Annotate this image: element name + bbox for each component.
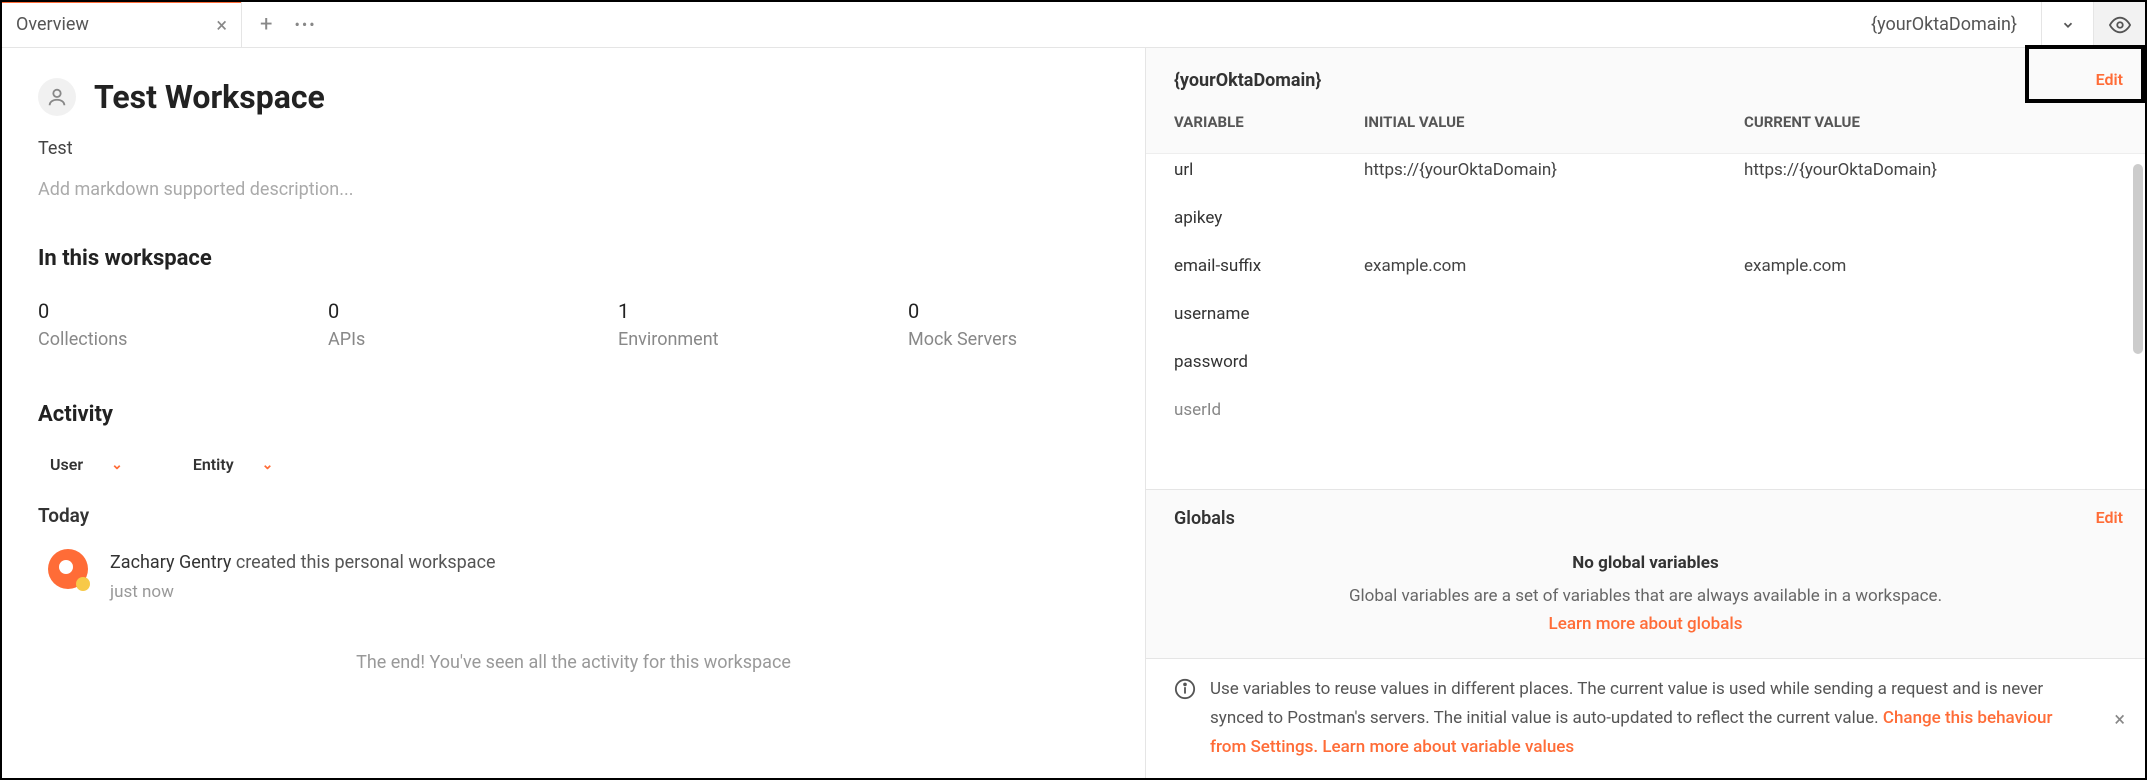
filter-label: User [50,455,83,474]
var-initial [1364,208,1734,228]
col-initial: INITIAL VALUE [1364,113,1734,143]
workspace-stats: 0 Collections 0 APIs 1 Environment 0 Moc… [38,299,1109,350]
globals-panel: Globals Edit No global variables Global … [1146,489,2145,658]
eye-icon [2109,14,2131,36]
activity-group-today: Today [38,504,1109,527]
activity-end-text: The end! You've seen all the activity fo… [38,632,1109,673]
stat-label: APIs [328,329,618,350]
var-current [1744,352,2117,372]
var-initial: https://{yourOktaDomain} [1364,160,1734,180]
var-initial [1364,400,1734,420]
var-name: email-suffix [1174,256,1354,276]
learn-more-variable-values-link[interactable]: Learn more about variable values [1322,737,1574,757]
var-name: userId [1174,400,1354,420]
var-current [1744,208,2117,228]
var-initial: example.com [1364,256,1734,276]
workspace-subtitle: Test [38,138,1109,159]
workspace-icon [38,78,76,116]
env-variable-list[interactable]: url https://{yourOktaDomain} https://{yo… [1146,154,2145,489]
activity-time: just now [110,582,496,602]
environment-quicklook-panel: {yourOktaDomain} Edit VARIABLE INITIAL V… [1145,48,2145,778]
tab-overview[interactable]: Overview × [2,2,242,47]
workspace-description-input[interactable]: Add markdown supported description... [38,179,1109,200]
col-current: CURRENT VALUE [1744,113,2117,143]
filter-entity[interactable]: Entity ⌄ [193,455,274,474]
var-current [1744,400,2117,420]
avatar[interactable] [48,549,88,589]
filter-label: Entity [193,455,234,474]
chevron-down-icon: ⌄ [111,457,123,473]
var-current: example.com [1744,256,2117,276]
tab-actions: + ••• [242,2,335,47]
section-heading-in-workspace: In this workspace [38,246,1109,271]
edit-globals-button[interactable]: Edit [2096,508,2123,527]
var-current [1744,304,2117,324]
activity-filters: User ⌄ Entity ⌄ [50,455,1109,474]
stat-collections[interactable]: 0 Collections [38,299,328,350]
environment-quicklook-button[interactable] [2093,2,2145,47]
activity-desc: created this personal workspace [231,552,495,573]
workspace-title[interactable]: Test Workspace [94,78,325,116]
info-banner: Use variables to reuse values in differe… [1146,658,2145,778]
globals-empty-text: Global variables are a set of variables … [1174,583,2117,610]
more-icon[interactable]: ••• [294,15,316,34]
stat-value: 0 [38,299,328,323]
var-initial [1364,304,1734,324]
close-icon[interactable]: × [216,15,227,35]
activity-user[interactable]: Zachary Gentry [110,552,231,573]
var-current: https://{yourOktaDomain} [1744,160,2117,180]
plus-icon[interactable]: + [260,12,272,37]
scrollbar[interactable] [2133,164,2143,354]
var-name: url [1174,160,1354,180]
var-initial [1364,352,1734,372]
person-icon [46,86,68,108]
close-banner-button[interactable]: × [2114,702,2125,736]
tab-label: Overview [16,14,89,35]
filter-user[interactable]: User ⌄ [50,455,123,474]
stat-value: 1 [618,299,908,323]
var-name: apikey [1174,208,1354,228]
stat-mock-servers[interactable]: 0 Mock Servers [908,299,1145,350]
stat-apis[interactable]: 0 APIs [328,299,618,350]
stat-value: 0 [328,299,618,323]
info-icon [1174,678,1196,700]
stat-value: 0 [908,299,1145,323]
globals-empty-heading: No global variables [1174,553,2117,573]
stat-label: Collections [38,329,328,350]
tab-bar: Overview × + ••• {yourOktaDomain} [2,2,2145,48]
chevron-down-icon [2061,18,2075,32]
env-panel-header: {yourOktaDomain} Edit VARIABLE INITIAL V… [1146,48,2145,154]
environment-dropdown-button[interactable] [2041,2,2093,47]
stat-environment[interactable]: 1 Environment [618,299,908,350]
env-panel-title: {yourOktaDomain} [1174,70,2117,91]
chevron-down-icon: ⌄ [262,457,274,473]
section-heading-activity: Activity [38,402,1109,427]
edit-environment-button[interactable]: Edit [2096,70,2123,89]
info-text: Use variables to reuse values in differe… [1210,675,2085,762]
col-variable: VARIABLE [1174,113,1354,143]
environment-picker: {yourOktaDomain} [1847,2,2145,47]
environment-name[interactable]: {yourOktaDomain} [1847,2,2041,47]
var-name: password [1174,352,1354,372]
workspace-overview-pane: Test Workspace Test Add markdown support… [2,48,1145,778]
globals-title: Globals [1174,508,2117,529]
stat-label: Environment [618,329,908,350]
activity-text: Zachary Gentry created this personal wor… [110,549,496,578]
activity-item: Zachary Gentry created this personal wor… [48,549,1109,602]
var-name: username [1174,304,1354,324]
stat-label: Mock Servers [908,329,1145,350]
globals-learn-more-link[interactable]: Learn more about globals [1174,614,2117,634]
